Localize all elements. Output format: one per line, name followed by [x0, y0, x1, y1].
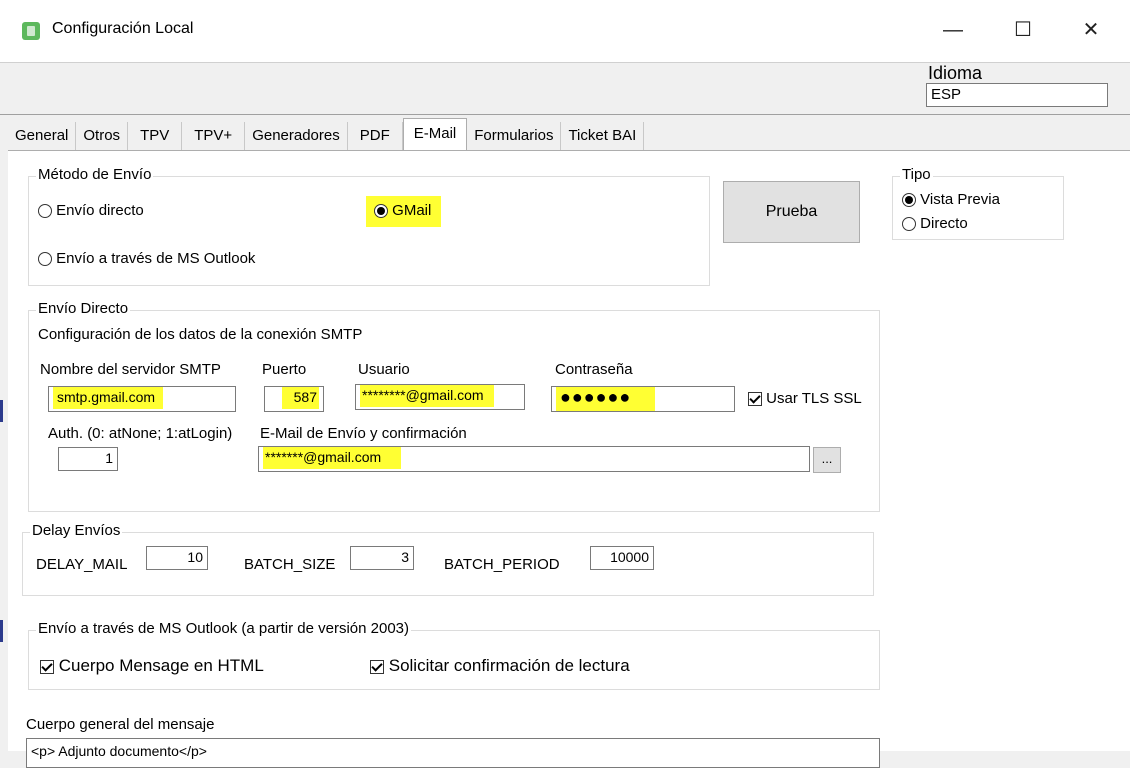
cuerpo-label: Cuerpo general del mensaje: [26, 716, 215, 733]
radio-envio-outlook[interactable]: Envío a través de MS Outlook: [38, 250, 255, 267]
usuario-input[interactable]: ********@gmail.com: [355, 384, 525, 410]
batch-size-input[interactable]: 3: [350, 546, 414, 570]
check-icon: [40, 659, 54, 674]
batch-period-label: BATCH_PERIOD: [444, 556, 560, 573]
radio-icon: [902, 217, 916, 232]
tab-formularios[interactable]: Formularios: [467, 122, 562, 150]
radio-icon: [38, 204, 52, 219]
puerto-input[interactable]: 587: [264, 386, 324, 412]
radio-label: GMail: [392, 202, 432, 219]
prueba-button[interactable]: Prueba: [723, 181, 860, 243]
tab-pdf[interactable]: PDF: [347, 122, 403, 150]
contrasena-value: ●●●●●●: [556, 387, 656, 411]
radio-label: Envío a través de MS Outlook: [56, 250, 256, 267]
tab-email[interactable]: E-Mail: [402, 118, 468, 150]
delay-mail-input[interactable]: 10: [146, 546, 208, 570]
batch-size-label: BATCH_SIZE: [244, 556, 336, 573]
browse-button[interactable]: ...: [813, 447, 841, 473]
email-envio-label: E-Mail de Envío y confirmación: [260, 425, 467, 442]
checkbox-label: Cuerpo Mensage en HTML: [58, 656, 264, 675]
tab-tpv-plus[interactable]: TPV+: [182, 122, 246, 150]
radio-icon: [902, 193, 916, 208]
radio-label: Vista Previa: [920, 191, 1000, 208]
read-receipt-checkbox[interactable]: Solicitar confirmación de lectura: [370, 656, 630, 676]
side-mark: [0, 620, 3, 642]
cuerpo-textarea[interactable]: <p> Adjunto documento</p>: [26, 738, 880, 768]
radio-envio-directo[interactable]: Envío directo: [38, 202, 144, 219]
divider: [0, 114, 1130, 115]
tab-ticket-bai[interactable]: Ticket BAI: [561, 122, 645, 150]
usuario-label: Usuario: [358, 361, 410, 378]
tls-checkbox[interactable]: Usar TLS SSL: [748, 390, 862, 407]
usuario-value: ********@gmail.com: [360, 385, 494, 407]
tipo-title: Tipo: [900, 166, 933, 183]
outlook-title: Envío a través de MS Outlook (a partir d…: [36, 620, 412, 637]
tab-tpv[interactable]: TPV: [128, 122, 183, 150]
minimize-button[interactable]: —: [930, 10, 976, 50]
radio-icon: [374, 204, 388, 219]
tab-general[interactable]: General: [8, 122, 77, 150]
checkbox-label: Solicitar confirmación de lectura: [388, 656, 630, 675]
check-icon: [748, 392, 762, 407]
smtp-server-value: smtp.gmail.com: [53, 387, 164, 409]
app-icon: [22, 22, 40, 40]
metodo-envio-group: [28, 176, 710, 286]
html-body-checkbox[interactable]: Cuerpo Mensage en HTML: [40, 656, 264, 676]
smtp-server-input[interactable]: smtp.gmail.com: [48, 386, 236, 412]
batch-period-input[interactable]: 10000: [590, 546, 654, 570]
check-icon: [370, 659, 384, 674]
email-envio-value: *******@gmail.com: [263, 447, 402, 469]
auth-input[interactable]: 1: [58, 447, 118, 471]
metodo-envio-title: Método de Envío: [36, 166, 154, 183]
contrasena-label: Contraseña: [555, 361, 633, 378]
checkbox-label: Usar TLS SSL: [766, 390, 862, 407]
email-envio-input[interactable]: *******@gmail.com: [258, 446, 810, 472]
envio-directo-title: Envío Directo: [36, 300, 131, 317]
maximize-button[interactable]: ☐: [1000, 10, 1046, 50]
idioma-input[interactable]: ESP: [926, 83, 1108, 107]
close-button[interactable]: ✕: [1068, 10, 1114, 50]
puerto-value: 587: [281, 387, 319, 409]
tab-otros[interactable]: Otros: [76, 122, 129, 150]
smtp-subtitle: Configuración de los datos de la conexió…: [38, 326, 363, 343]
tab-strip: General Otros TPV TPV+ Generadores PDF E…: [8, 118, 645, 150]
radio-label: Directo: [920, 215, 968, 232]
smtp-server-label: Nombre del servidor SMTP: [40, 361, 221, 378]
delay-mail-label: DELAY_MAIL: [36, 556, 128, 573]
radio-gmail[interactable]: GMail: [366, 196, 442, 227]
delay-title: Delay Envíos: [30, 522, 123, 539]
radio-label: Envío directo: [56, 202, 144, 219]
contrasena-input[interactable]: ●●●●●●: [551, 386, 735, 412]
idioma-label: Idioma: [928, 63, 983, 83]
puerto-label: Puerto: [262, 361, 307, 378]
side-mark: [0, 400, 3, 422]
tab-generadores[interactable]: Generadores: [245, 122, 348, 150]
window-title: Configuración Local: [52, 20, 194, 37]
radio-vista-previa[interactable]: Vista Previa: [902, 191, 1000, 208]
auth-label: Auth. (0: atNone; 1:atLogin): [48, 425, 233, 442]
radio-icon: [38, 252, 52, 267]
radio-directo[interactable]: Directo: [902, 215, 968, 232]
